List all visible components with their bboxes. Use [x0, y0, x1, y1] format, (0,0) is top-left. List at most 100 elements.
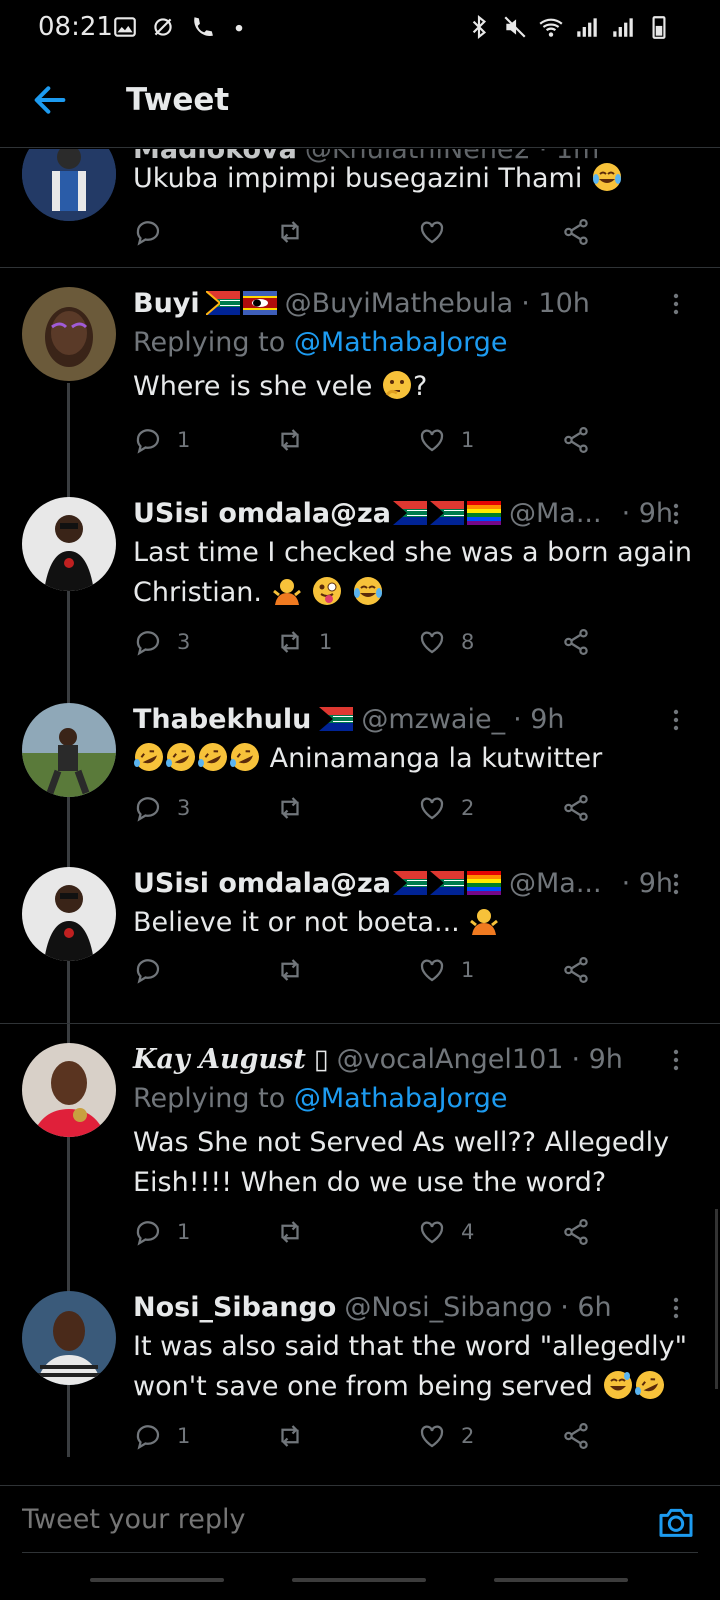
- like-button[interactable]: 8: [417, 627, 474, 657]
- tweet[interactable]: Nosi_Sibango @Nosi_Sibango · 6h It was a…: [0, 1291, 720, 1471]
- tweet-time: · 6h: [560, 1291, 612, 1323]
- share-button[interactable]: [561, 793, 591, 823]
- reply-feed[interactable]: Madlokova @KhulathiNene2 · 1m Ukuba impi…: [0, 149, 720, 1485]
- author-handle[interactable]: @Nosi_Sibango: [344, 1292, 552, 1323]
- author-name[interactable]: USisi omdala@za: [133, 498, 391, 529]
- rolling-laughing-emoji-icon: [166, 743, 195, 771]
- reply-button[interactable]: 3: [133, 627, 190, 657]
- more-icon[interactable]: [672, 1296, 680, 1320]
- share-button[interactable]: [561, 1421, 591, 1451]
- phone-icon: [194, 17, 213, 36]
- avatar[interactable]: [22, 287, 116, 381]
- author-handle[interactable]: @mzwaie_: [361, 704, 505, 735]
- share-button[interactable]: [561, 1217, 591, 1247]
- like-button[interactable]: [417, 217, 447, 247]
- tweet-time: · 9h: [621, 497, 674, 529]
- reply-button[interactable]: 3: [133, 793, 190, 823]
- tweet-actions: 1 4: [133, 1217, 603, 1257]
- more-icon[interactable]: [672, 708, 680, 732]
- share-icon: [564, 629, 588, 655]
- retweet-button[interactable]: 1: [275, 627, 332, 657]
- gallery-icon: [114, 17, 136, 37]
- reply-button[interactable]: 1: [133, 1421, 190, 1451]
- like-icon: [420, 1221, 444, 1244]
- author-handle[interactable]: @Ma...: [509, 498, 602, 529]
- share-button[interactable]: [561, 425, 591, 455]
- more-icon[interactable]: [672, 502, 680, 526]
- tweet[interactable]: Buyi @BuyiMathebula · 10h Replying to @M…: [0, 287, 720, 477]
- avatar[interactable]: [22, 867, 116, 961]
- reply-count: 1: [177, 1220, 191, 1244]
- reply-icon: [136, 1221, 160, 1246]
- retweet-button[interactable]: [275, 217, 305, 247]
- reply-button[interactable]: 1: [133, 425, 190, 455]
- avatar[interactable]: [22, 1291, 116, 1385]
- signal-2-icon: [613, 18, 633, 37]
- reply-handle-link[interactable]: @MathabaJorge: [294, 327, 508, 358]
- retweet-icon: [281, 1221, 299, 1243]
- retweet-button[interactable]: [275, 425, 319, 455]
- tweet[interactable]: USisi omdala@za @Ma... · 9h Believe it o…: [0, 867, 720, 997]
- reply-button[interactable]: 1: [133, 1217, 190, 1247]
- back-arrow-icon[interactable]: [30, 80, 70, 120]
- tweet[interactable]: Kay August ▯ @vocalAngel101 · 9h Replyin…: [0, 1043, 720, 1263]
- page-title: Tweet: [126, 82, 230, 118]
- share-button[interactable]: [561, 217, 591, 247]
- retweet-button[interactable]: [275, 793, 319, 823]
- like-button[interactable]: 4: [417, 1217, 474, 1247]
- tweet-text: Believe it or not boeta...: [133, 907, 460, 938]
- retweet-button[interactable]: [275, 1217, 319, 1247]
- reply-button[interactable]: [133, 217, 163, 247]
- share-button[interactable]: [561, 955, 591, 985]
- south-africa-flag-icon: [430, 501, 464, 525]
- more-icon[interactable]: [672, 1048, 680, 1072]
- retweet-button[interactable]: [275, 1421, 319, 1451]
- author-name[interactable]: Kay August: [133, 1044, 306, 1075]
- share-icon: [564, 1219, 588, 1245]
- like-count: 2: [461, 1424, 475, 1448]
- like-button[interactable]: 2: [417, 1421, 474, 1451]
- avatar[interactable]: [22, 703, 116, 797]
- nav-back-button[interactable]: [494, 1578, 628, 1582]
- avatar[interactable]: [22, 149, 116, 221]
- rainbow-flag-icon: [467, 871, 501, 895]
- tweet[interactable]: Madlokova @KhulathiNene2 · 1m Ukuba impi…: [0, 149, 720, 267]
- author-handle[interactable]: @BuyiMathebula: [285, 288, 514, 319]
- scrollbar[interactable]: [715, 1209, 718, 1389]
- like-button[interactable]: 1: [417, 955, 474, 985]
- camera-icon[interactable]: [656, 1502, 696, 1542]
- reply-handle-link[interactable]: @MathabaJorge: [294, 1083, 508, 1114]
- share-button[interactable]: [561, 627, 591, 657]
- person-shrugging-emoji-icon: [272, 579, 301, 605]
- author-name[interactable]: USisi omdala@za: [133, 868, 391, 899]
- reply-input[interactable]: [22, 1504, 582, 1535]
- like-button[interactable]: 2: [417, 793, 474, 823]
- share-icon: [564, 957, 588, 983]
- like-count: 1: [461, 958, 475, 982]
- tweet-actions: 1 1: [133, 425, 603, 465]
- avatar[interactable]: [22, 1043, 116, 1137]
- reply-count: 1: [177, 428, 191, 452]
- author-name[interactable]: Buyi: [133, 288, 200, 319]
- author-handle[interactable]: @Ma...: [509, 868, 602, 899]
- tears-of-joy-emoji-icon: [592, 163, 621, 191]
- tweet-text: Where is she vele: [133, 371, 373, 402]
- nav-home-button[interactable]: [292, 1578, 426, 1582]
- avatar[interactable]: [22, 497, 116, 591]
- retweet-icon: [281, 221, 299, 243]
- retweet-button[interactable]: [275, 955, 305, 985]
- share-icon: [564, 1423, 588, 1449]
- author-name[interactable]: Nosi_Sibango: [133, 1292, 336, 1323]
- tweet[interactable]: USisi omdala@za @Ma... · 9h Last time I …: [0, 497, 720, 687]
- more-icon[interactable]: [672, 292, 680, 316]
- south-africa-flag-icon: [393, 501, 427, 525]
- south-africa-flag-icon: [205, 291, 240, 315]
- tweet[interactable]: Thabekhulu @mzwaie_ · 9h Aninamanga la k…: [0, 703, 720, 853]
- retweet-icon: [281, 1425, 299, 1447]
- like-button[interactable]: 1: [417, 425, 474, 455]
- more-icon[interactable]: [672, 872, 680, 896]
- author-handle[interactable]: @vocalAngel101: [337, 1044, 564, 1075]
- author-name[interactable]: Thabekhulu: [133, 704, 311, 735]
- reply-button[interactable]: [133, 955, 163, 985]
- nav-recents-button[interactable]: [90, 1578, 224, 1582]
